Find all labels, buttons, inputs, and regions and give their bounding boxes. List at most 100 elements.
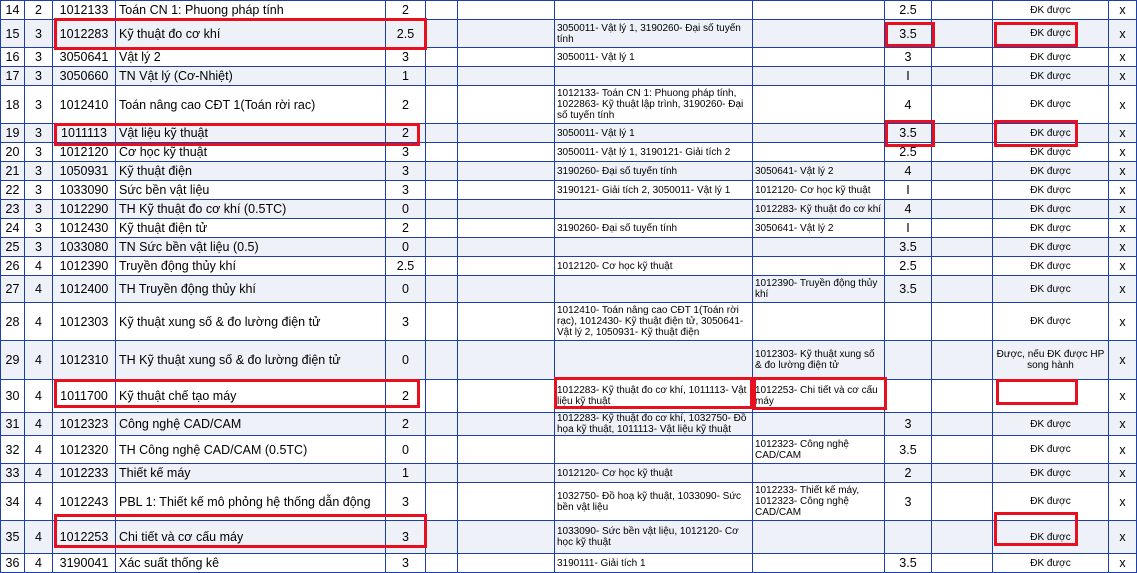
grade-cell: 4 bbox=[884, 199, 932, 219]
status-cell: ĐK được bbox=[992, 463, 1109, 483]
course-code: 1033090 bbox=[52, 180, 116, 200]
table-row: 34 4 1012243 PBL 1: Thiết kế mô phỏng hệ th… bbox=[0, 482, 1137, 521]
grade-cell bbox=[884, 302, 932, 341]
corequisite-cell bbox=[752, 85, 885, 124]
row-number: 21 bbox=[0, 161, 25, 181]
credits-cell: 0 bbox=[385, 275, 426, 303]
table-row: 22 3 1033090 Sức bền vật liệu 3 3190121- Giải… bbox=[0, 180, 1137, 200]
corequisite-cell: 1012303- Kỹ thuật xung số & đo lường điệ… bbox=[752, 340, 885, 380]
course-code: 1011113 bbox=[52, 123, 116, 143]
empty-cell bbox=[931, 256, 993, 276]
grade-cell bbox=[884, 340, 932, 380]
empty-cell bbox=[931, 199, 993, 219]
empty-cell bbox=[931, 19, 993, 48]
x-mark-cell: x bbox=[1108, 47, 1137, 67]
grade-cell: 3 bbox=[884, 47, 932, 67]
semester-cell: 3 bbox=[24, 66, 53, 86]
row-number: 22 bbox=[0, 180, 25, 200]
semester-cell: 3 bbox=[24, 180, 53, 200]
empty-cell bbox=[425, 302, 458, 341]
empty-cell bbox=[931, 47, 993, 67]
semester-cell: 4 bbox=[24, 412, 53, 436]
course-code: 1012310 bbox=[52, 340, 116, 380]
corequisite-cell bbox=[752, 19, 885, 48]
credits-cell: 3 bbox=[385, 47, 426, 67]
empty-cell bbox=[457, 412, 555, 436]
x-mark-cell: x bbox=[1108, 218, 1137, 238]
course-code: 1050931 bbox=[52, 161, 116, 181]
prerequisite-cell bbox=[554, 340, 753, 380]
prerequisite-cell bbox=[554, 199, 753, 219]
row-number: 16 bbox=[0, 47, 25, 67]
course-name: Vật liệu kỹ thuật bbox=[115, 123, 386, 143]
credits-cell: 3 bbox=[385, 161, 426, 181]
status-cell bbox=[992, 379, 1109, 413]
table-row: 14 2 1012133 Toán CN 1: Phuong pháp tính 2 2.… bbox=[0, 0, 1137, 20]
corequisite-cell bbox=[752, 66, 885, 86]
course-code: 1012303 bbox=[52, 302, 116, 341]
status-cell: ĐK được bbox=[992, 482, 1109, 521]
empty-cell bbox=[457, 123, 555, 143]
empty-cell bbox=[931, 218, 993, 238]
corequisite-cell bbox=[752, 412, 885, 436]
empty-cell bbox=[457, 256, 555, 276]
grade-cell: I bbox=[884, 218, 932, 238]
grade-cell bbox=[884, 379, 932, 413]
row-number: 15 bbox=[0, 19, 25, 48]
empty-cell bbox=[425, 66, 458, 86]
empty-cell bbox=[931, 553, 993, 573]
empty-cell bbox=[425, 340, 458, 380]
table-row: 23 3 1012290 TH Kỹ thuật đo cơ khí (0.5TC) 0… bbox=[0, 199, 1137, 219]
x-mark-cell: x bbox=[1108, 256, 1137, 276]
empty-cell bbox=[457, 142, 555, 162]
course-name: Toán CN 1: Phuong pháp tính bbox=[115, 0, 386, 20]
corequisite-cell: 1012390- Truyền động thủy khí bbox=[752, 275, 885, 303]
prerequisite-cell: 1012133- Toán CN 1: Phuong pháp tính, 10… bbox=[554, 85, 753, 124]
table-row: 29 4 1012310 TH Kỹ thuật xung số & đo lường… bbox=[0, 340, 1137, 380]
row-number: 29 bbox=[0, 340, 25, 380]
x-mark-cell: x bbox=[1108, 180, 1137, 200]
course-code: 1012410 bbox=[52, 85, 116, 124]
empty-cell bbox=[457, 47, 555, 67]
credits-cell: 2 bbox=[385, 218, 426, 238]
credits-cell: 2 bbox=[385, 123, 426, 143]
grade-cell: 2 bbox=[884, 463, 932, 483]
course-code: 1012133 bbox=[52, 0, 116, 20]
credits-cell: 3 bbox=[385, 482, 426, 521]
corequisite-cell bbox=[752, 302, 885, 341]
empty-cell bbox=[457, 379, 555, 413]
credits-cell: 2 bbox=[385, 85, 426, 124]
credits-cell: 1 bbox=[385, 463, 426, 483]
x-mark-cell: x bbox=[1108, 0, 1137, 20]
table-row: 21 3 1050931 Kỹ thuật điện 3 3190260- Đại số … bbox=[0, 161, 1137, 181]
credits-cell: 1 bbox=[385, 66, 426, 86]
x-mark-cell: x bbox=[1108, 302, 1137, 341]
course-code: 1012290 bbox=[52, 199, 116, 219]
grade-cell: 3.5 bbox=[884, 275, 932, 303]
corequisite-cell: 1012283- Kỹ thuật đo cơ khí bbox=[752, 199, 885, 219]
row-number: 17 bbox=[0, 66, 25, 86]
empty-cell bbox=[931, 85, 993, 124]
course-code: 1012430 bbox=[52, 218, 116, 238]
status-cell: ĐK được bbox=[992, 66, 1109, 86]
semester-cell: 4 bbox=[24, 482, 53, 521]
empty-cell bbox=[457, 553, 555, 573]
semester-cell: 4 bbox=[24, 302, 53, 341]
x-mark-cell: x bbox=[1108, 161, 1137, 181]
credits-cell: 0 bbox=[385, 237, 426, 257]
row-number: 25 bbox=[0, 237, 25, 257]
course-code: 1012400 bbox=[52, 275, 116, 303]
semester-cell: 3 bbox=[24, 85, 53, 124]
semester-cell: 4 bbox=[24, 520, 53, 554]
corequisite-cell bbox=[752, 520, 885, 554]
grade-cell: I bbox=[884, 66, 932, 86]
empty-cell bbox=[931, 142, 993, 162]
empty-cell bbox=[425, 256, 458, 276]
empty-cell bbox=[457, 85, 555, 124]
row-number: 27 bbox=[0, 275, 25, 303]
table-row: 18 3 1012410 Toán nâng cao CĐT 1(Toán rời r… bbox=[0, 85, 1137, 124]
row-number: 14 bbox=[0, 0, 25, 20]
semester-cell: 3 bbox=[24, 142, 53, 162]
credits-cell: 3 bbox=[385, 180, 426, 200]
corequisite-cell bbox=[752, 553, 885, 573]
